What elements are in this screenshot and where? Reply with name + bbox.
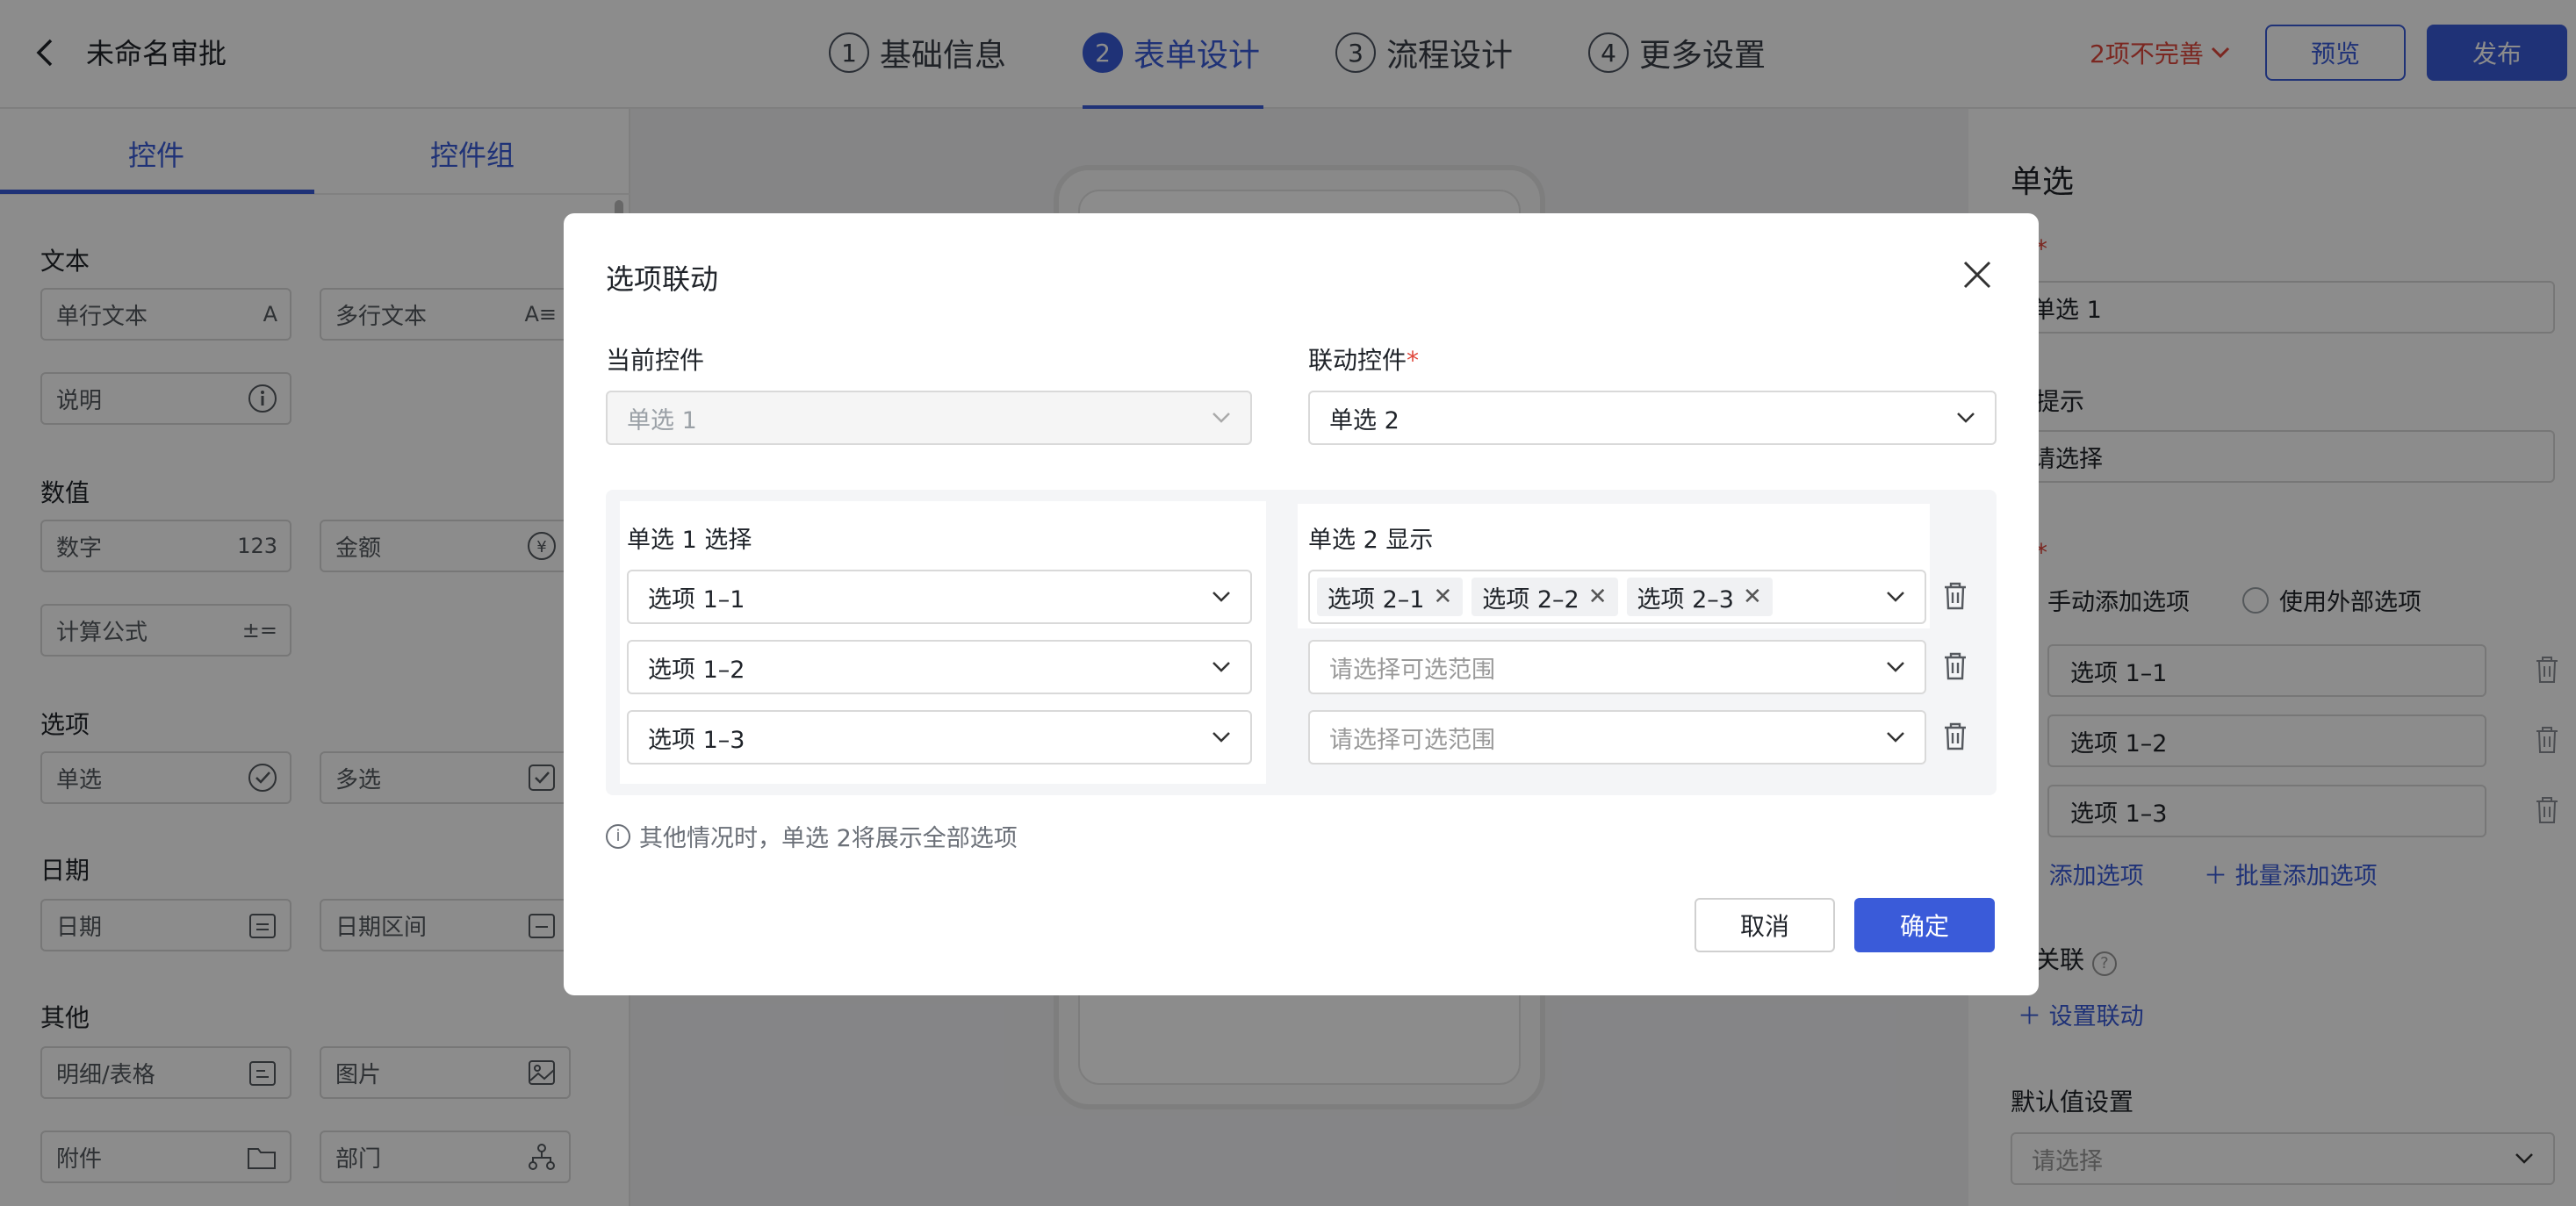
info-icon: i (606, 823, 630, 849)
select-value: 选项 1–2 (648, 656, 745, 684)
chevron-down-icon (1212, 732, 1230, 743)
chevron-down-icon (1887, 592, 1904, 602)
label-current-control: 当前控件 (606, 346, 705, 375)
chevron-down-icon (1887, 732, 1904, 743)
select-value: 选项 1–1 (648, 585, 745, 614)
select-value: 单选 2 (1329, 406, 1400, 434)
cancel-button[interactable]: 取消 (1695, 898, 1835, 952)
target-options-select[interactable]: 请选择可选范围 (1308, 640, 1926, 694)
current-control-select: 单选 1 (606, 391, 1252, 445)
delete-rule-icon[interactable] (1942, 650, 1968, 682)
source-column-label: 单选 1 选择 (627, 527, 752, 554)
dialog-title: 选项联动 (606, 262, 719, 296)
remove-tag-icon[interactable]: ✕ (1433, 584, 1452, 610)
selected-tag[interactable]: 选项 2–3 ✕ (1626, 578, 1773, 616)
select-value: 单选 1 (627, 406, 697, 434)
source-option-select[interactable]: 选项 1–1 (627, 570, 1252, 624)
option-link-dialog: 选项联动 当前控件 联动控件* 单选 1 单选 2 单选 1 选择 单选 2 显… (564, 213, 2039, 995)
dialog-hint: i 其他情况时，单选 2将展示全部选项 (606, 819, 1018, 853)
selected-tag[interactable]: 选项 2–2 ✕ (1471, 578, 1618, 616)
close-icon[interactable] (1960, 257, 1995, 292)
target-options-select[interactable]: 请选择可选范围 (1308, 710, 1926, 765)
selected-tags: 选项 2–1 ✕ 选项 2–2 ✕ 选项 2–3 ✕ (1317, 578, 1781, 616)
remove-tag-icon[interactable]: ✕ (1588, 584, 1608, 610)
chevron-down-icon (1212, 413, 1230, 423)
delete-rule-icon[interactable] (1942, 721, 1968, 752)
confirm-button[interactable]: 确定 (1854, 898, 1995, 952)
chevron-down-icon (1887, 662, 1904, 672)
hint-text: 其他情况时，单选 2将展示全部选项 (639, 825, 1018, 852)
delete-rule-icon[interactable] (1942, 580, 1968, 612)
chevron-down-icon (1957, 413, 1975, 423)
source-option-select[interactable]: 选项 1–2 (627, 640, 1252, 694)
select-value: 选项 1–3 (648, 726, 745, 754)
target-options-multiselect[interactable]: 选项 2–1 ✕ 选项 2–2 ✕ 选项 2–3 ✕ (1308, 570, 1926, 624)
select-placeholder: 请选择可选范围 (1329, 656, 1495, 684)
target-column-label: 单选 2 显示 (1308, 527, 1434, 554)
chevron-down-icon (1212, 662, 1230, 672)
label-linked-control: 联动控件* (1308, 346, 1420, 375)
selected-tag[interactable]: 选项 2–1 ✕ (1317, 578, 1464, 616)
chevron-down-icon (1212, 592, 1230, 602)
remove-tag-icon[interactable]: ✕ (1743, 584, 1762, 610)
linked-control-select[interactable]: 单选 2 (1308, 391, 1997, 445)
select-placeholder: 请选择可选范围 (1329, 726, 1495, 754)
source-option-select[interactable]: 选项 1–3 (627, 710, 1252, 765)
